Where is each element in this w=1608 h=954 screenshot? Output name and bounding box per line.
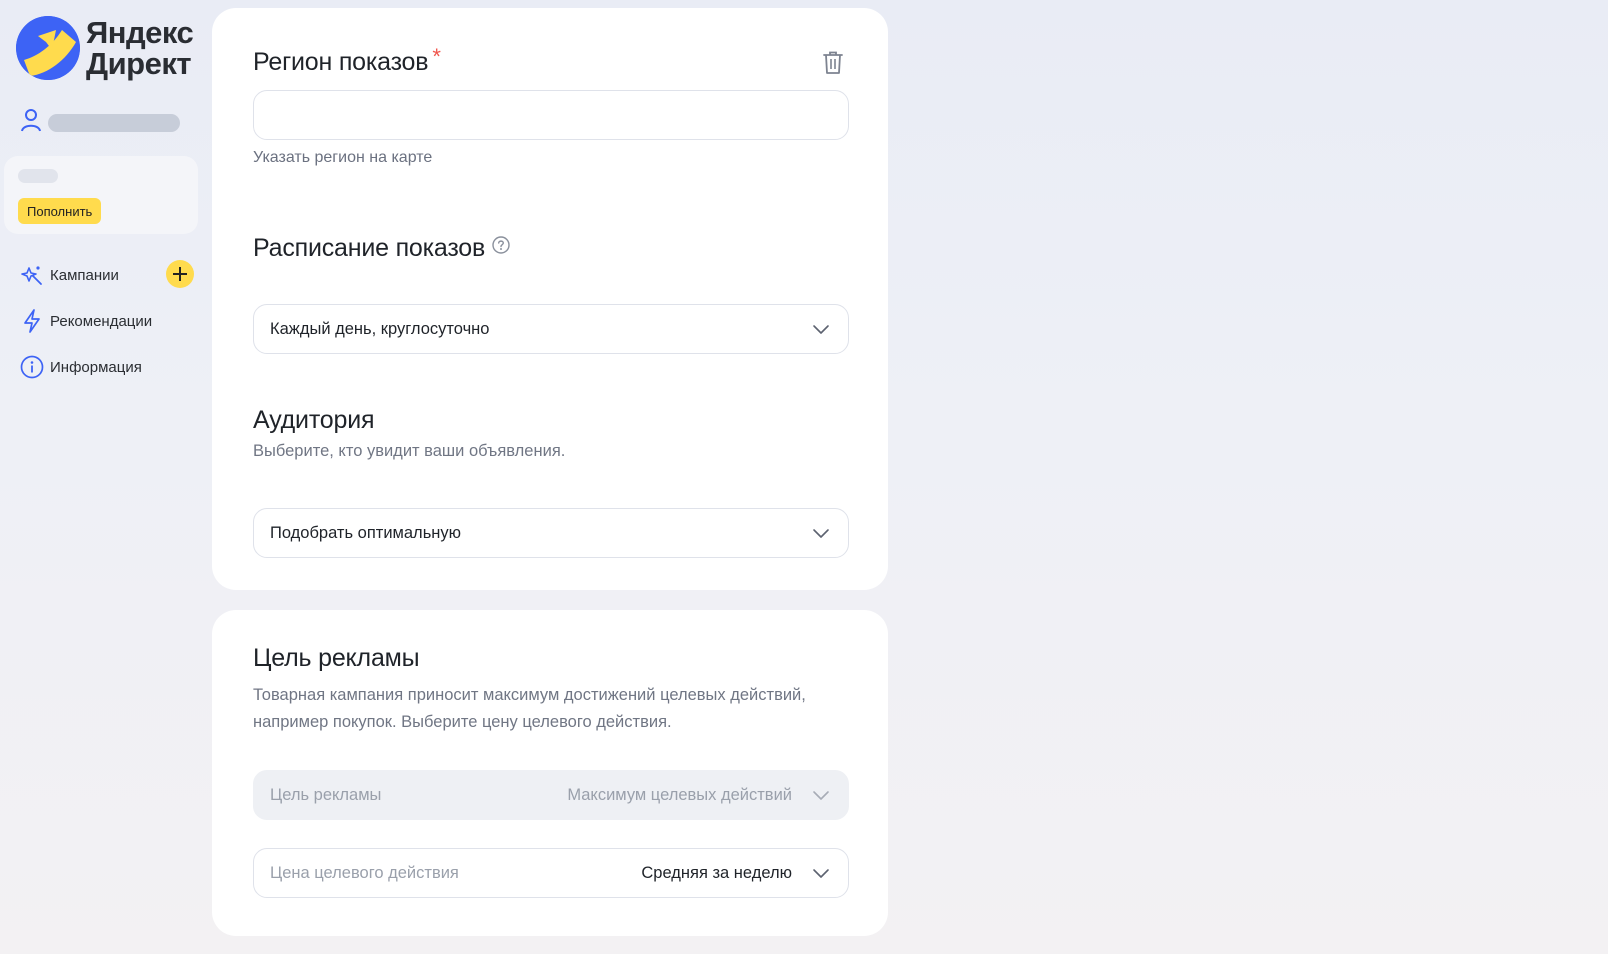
sidebar-item-information[interactable]: Информация [20,344,198,390]
ad-goal-card: Цель рекламы Товарная кампания приносит … [212,610,888,936]
user-account[interactable] [20,108,180,137]
add-campaign-button[interactable] [166,260,194,288]
logo-line-2: Директ [86,46,192,81]
target-price-select-value: Средняя за неделю [641,863,792,882]
username-placeholder [48,113,180,132]
campaigns-sparkle-icon [20,263,44,287]
audience-title: Аудитория [253,406,375,434]
logo-line-1: Яндекс [86,15,194,50]
logo-wordmark: Яндекс Директ [86,15,194,81]
balance-placeholder [18,169,58,183]
ad-goal-select-value: Максимум целевых действий [567,785,792,804]
schedule-title: Расписание показов [253,234,511,264]
targeting-card: Регион показов * Указать регион на карте … [212,8,888,590]
region-input[interactable] [253,90,849,140]
ad-goal-title: Цель рекламы [253,644,420,672]
info-icon [20,355,44,379]
sidebar-item-campaigns[interactable]: Кампании [20,252,198,298]
audience-description: Выберите, кто увидит ваши объявления. [253,442,566,460]
sidebar-item-label: Информация [50,358,142,376]
chevron-down-icon [812,786,830,809]
map-region-link[interactable]: Указать регион на карте [253,149,432,167]
ad-goal-description: Товарная кампания приносит максимум дост… [253,686,806,731]
ad-goal-select-label: Цель рекламы [270,785,382,804]
target-price-select[interactable]: Цена целевого действия Средняя за неделю [253,848,849,898]
sidebar-item-label: Рекомендации [50,312,153,330]
region-title-text: Регион показов [253,48,429,76]
sidebar-item-recommendations[interactable]: Рекомендации [20,298,198,344]
sidebar-item-label: Кампании [50,266,119,284]
schedule-select[interactable]: Каждый день, круглосуточно [253,304,849,354]
lightning-icon [20,309,44,333]
balance-card: Пополнить [4,156,198,234]
region-title: Регион показов * [253,44,441,77]
required-mark: * [432,44,441,69]
sidebar: Яндекс Директ Пополнить Кампании Рекомен… [0,0,206,954]
trash-icon[interactable] [822,50,848,80]
logo-mark-icon [16,16,80,80]
help-icon[interactable] [491,233,511,262]
ad-goal-select: Цель рекламы Максимум целевых действий [253,770,849,820]
audience-select[interactable]: Подобрать оптимальную [253,508,849,558]
yandex-direct-logo[interactable]: Яндекс Директ [16,15,194,81]
audience-select-value: Подобрать оптимальную [270,523,462,542]
target-price-select-label: Цена целевого действия [270,863,459,882]
chevron-down-icon [812,320,830,343]
chevron-down-icon [812,864,830,887]
schedule-title-text: Расписание показов [253,234,486,262]
topup-button[interactable]: Пополнить [18,198,102,224]
user-icon [20,108,42,137]
sidebar-nav: Кампании Рекомендации Информация [20,252,198,390]
schedule-select-value: Каждый день, круглосуточно [270,319,490,338]
chevron-down-icon [812,524,830,547]
